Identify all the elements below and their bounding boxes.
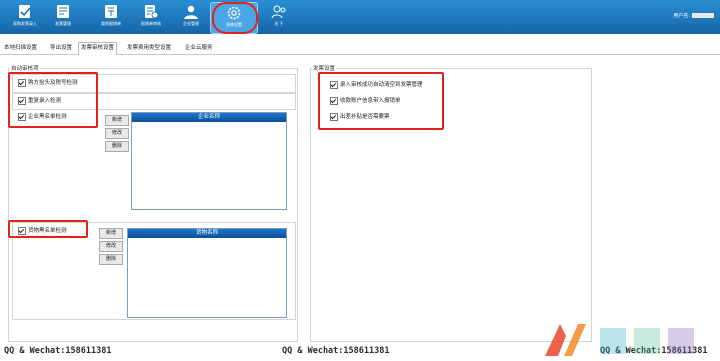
tab-invoice-review[interactable]: 发票审核设置 (78, 42, 118, 55)
toolbar-label: 企业管理 (183, 21, 199, 26)
company-button[interactable]: 企业管理 (168, 2, 214, 32)
company-add-button[interactable]: 新增 (105, 115, 129, 126)
company-edit-button[interactable]: 修改 (105, 128, 129, 139)
user-label: 用户名: (673, 13, 690, 19)
company-delete-button[interactable]: 删除 (105, 141, 129, 152)
auto-review-highlight-box (8, 72, 98, 128)
tab-expense-type[interactable]: 发票费用类型设置 (125, 43, 173, 53)
goods-add-button[interactable]: 新增 (99, 228, 123, 239)
about-icon (271, 5, 286, 19)
reimburse-icon (105, 5, 117, 18)
brand-logo-watermark (545, 324, 694, 356)
audit-icon (145, 5, 159, 19)
about-button[interactable]: 关 于 (256, 2, 302, 32)
invoice-entry-icon (19, 5, 31, 18)
goods-name-grid[interactable]: 货物名称 (127, 228, 287, 318)
invoice-manage-button[interactable]: 发票管理 (40, 2, 86, 32)
company-name-header: 企业名称 (132, 113, 286, 122)
user-info: 用户名: (673, 12, 714, 19)
watermark-text: QQ & Wechat:158611381 (282, 346, 390, 356)
main-toolbar: 采购发票录入 发票管理 我的报销单 报销单审核 企业管理 系统设置 关 于 用户… (0, 0, 720, 34)
settings-highlight-circle (212, 2, 258, 34)
goods-name-header: 货物名称 (128, 229, 286, 238)
toolbar-label: 发票管理 (55, 21, 71, 26)
company-name-grid[interactable]: 企业名称 (131, 112, 287, 210)
user-name-redacted (692, 13, 714, 18)
settings-tabs: 本地扫描设置 导出设置 发票审核设置 发票费用类型设置 企业云服务 (0, 42, 720, 55)
tab-export[interactable]: 导出设置 (48, 43, 74, 53)
tab-cloud-service[interactable]: 企业云服务 (183, 43, 215, 53)
goods-edit-button[interactable]: 修改 (99, 241, 123, 252)
toolbar-label: 关 于 (274, 21, 284, 26)
goods-highlight-box (8, 220, 88, 238)
company-icon (184, 5, 198, 19)
goods-delete-button[interactable]: 删除 (99, 254, 123, 265)
tab-local-scan[interactable]: 本地扫描设置 (2, 43, 39, 53)
watermark-text: QQ & Wechat:158611381 (4, 346, 112, 356)
invoice-settings-title: 发票设置 (312, 64, 337, 72)
invoice-settings-highlight-box (318, 72, 444, 130)
auto-review-title: 自动审核项 (10, 64, 40, 72)
invoice-manage-icon (57, 5, 69, 18)
